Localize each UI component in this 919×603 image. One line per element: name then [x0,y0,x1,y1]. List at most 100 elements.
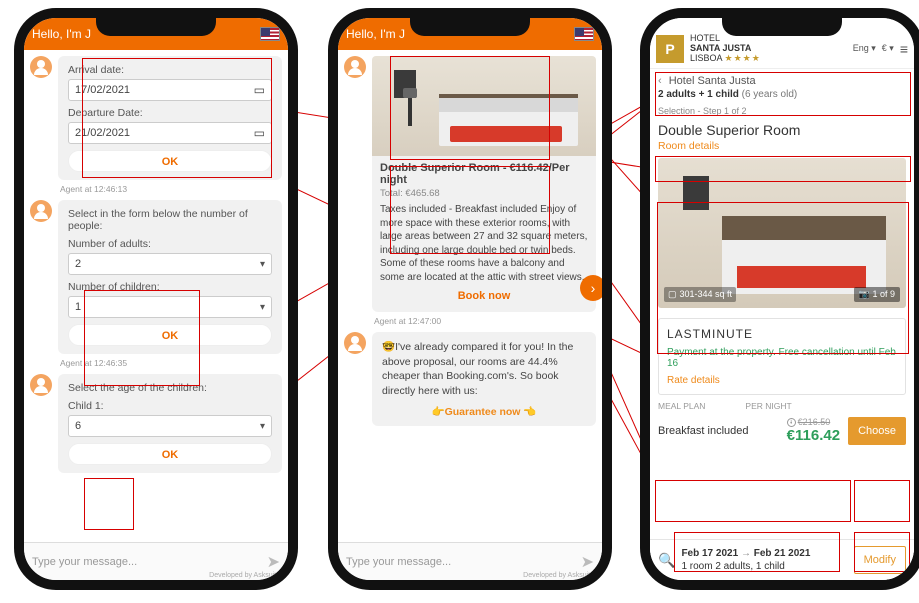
chat-body: Double Superior Room - €116.42/Per night… [338,50,602,542]
booking-footer: 🔍 Feb 17 2021 → Feb 21 2021 1 room 2 adu… [650,539,914,580]
chevron-down-icon: ▾ [260,302,265,313]
child1-value: 6 [75,420,81,432]
departure-date-value: 21/02/2021 [75,127,130,139]
column-headers: MEAL PLAN PER NIGHT [650,395,914,413]
guarantee-link[interactable]: 👉Guarantee now 👈 [432,406,537,418]
chat-input-placeholder: Type your message... [346,556,575,568]
message-row: 🤓I've already compared it for you! In th… [344,332,596,426]
room-name: Double Superior Room [650,120,914,140]
adults-select[interactable]: 2 ▾ [68,253,272,275]
meal-row: Breakfast included i€216.50 €116.42 Choo… [650,413,914,451]
rate-title: LASTMINUTE [667,327,897,341]
room-desc: Taxes included - Breakfast included Enjo… [380,203,588,284]
message-row: Arrival date: 17/02/2021 ▭ Departure Dat… [30,56,282,180]
phone-chat-2: Hello, I'm J Double Superior Room - €116… [328,8,612,590]
greeting-text: Hello, I'm J [346,27,405,41]
adults-label: Number of adults: [68,238,272,250]
ok-button[interactable]: OK [68,324,272,346]
calendar-icon: ▭ [254,126,265,140]
new-price: €116.42 [787,427,840,444]
departure-date-field[interactable]: 21/02/2021 ▭ [68,122,272,144]
price-block: i€216.50 €116.42 [787,417,840,444]
bot-avatar-icon [344,332,366,354]
rate-details-link[interactable]: Rate details [667,375,897,386]
send-icon[interactable]: ➤ [267,552,280,572]
camera-icon: 📷 [859,289,870,299]
bot-avatar-icon [30,374,52,396]
bot-avatar-icon [30,200,52,222]
child1-select[interactable]: 6 ▾ [68,415,272,437]
modify-button[interactable]: Modify [854,546,906,574]
book-now-button[interactable]: Book now [372,284,596,308]
send-icon[interactable]: ➤ [581,552,594,572]
arrow-right-icon: → [741,548,751,559]
hotel-logo-icon: P [656,35,684,63]
lang-select[interactable]: Eng ▾ [853,43,876,54]
departure-label: Departure Date: [68,107,272,119]
chat-input-placeholder: Type your message... [32,556,261,568]
message-row: Select in the form below the number of p… [30,200,282,354]
chevron-down-icon: ▾ [260,259,265,270]
child1-label: Child 1: [68,400,272,412]
people-card: Select in the form below the number of p… [58,200,282,354]
old-price: i€216.50 [787,417,840,427]
calendar-icon: ▭ [254,83,265,97]
timestamp: Agent at 12:46:35 [60,358,282,368]
chat-body: Arrival date: 17/02/2021 ▭ Departure Dat… [24,50,288,542]
info-icon[interactable]: i [787,418,796,427]
arrival-label: Arrival date: [68,64,272,76]
bot-avatar-icon [30,56,52,78]
area-tag: ▢301-344 sq ft [664,287,736,302]
room-title: Double Superior Room - €116.42/Per night [380,162,588,186]
room-total: Total: €465.68 [380,188,588,199]
room-details-link[interactable]: Room details [650,140,914,158]
guests-summary: 2 adults + 1 child (6 years old) [658,89,906,100]
ok-button[interactable]: OK [68,443,272,465]
ok-button[interactable]: OK [68,150,272,172]
next-fab-button[interactable]: › [580,275,602,301]
screen: Hello, I'm J Double Superior Room - €116… [338,18,602,580]
child-age-card: Select the age of the children: Child 1:… [58,374,282,473]
child-age-prompt: Select the age of the children: [68,382,272,394]
currency-select[interactable]: € ▾ [882,43,894,54]
bot-avatar-icon [344,56,366,78]
people-prompt: Select in the form below the number of p… [68,208,272,232]
phone-notch [96,18,216,36]
back-icon[interactable]: ‹ [658,75,662,87]
developed-by: Developed by Asksuite [209,572,280,579]
developed-by: Developed by Asksuite [523,572,594,579]
floorplan-icon: ▢ [668,289,677,300]
col-per-night: PER NIGHT [745,401,791,411]
room-gallery[interactable]: ▢301-344 sq ft 📷 1 of 9 [658,158,906,308]
flag-icon[interactable] [574,27,594,41]
arrival-date-field[interactable]: 17/02/2021 ▭ [68,79,272,101]
choose-button[interactable]: Choose [848,417,906,445]
children-label: Number of children: [68,281,272,293]
stage: Hello, I'm J Arrival date: 17/02/2021 ▭ [0,0,919,603]
cancel-policy: Payment at the property. Free cancellati… [667,347,897,369]
menu-icon[interactable]: ≡ [900,41,908,57]
adults-value: 2 [75,258,81,270]
dates-card: Arrival date: 17/02/2021 ▭ Departure Dat… [58,56,282,180]
comparison-card: 🤓I've already compared it for you! In th… [372,332,596,426]
timestamp: Agent at 12:47:00 [374,316,596,326]
screen: Hello, I'm J Arrival date: 17/02/2021 ▭ [24,18,288,580]
message-row: Select the age of the children: Child 1:… [30,374,282,473]
phone-notch [410,18,530,36]
flag-icon[interactable] [260,27,280,41]
children-select[interactable]: 1 ▾ [68,296,272,318]
hotel-name[interactable]: Hotel Santa Justa [669,75,756,87]
greeting-text: Hello, I'm J [32,27,91,41]
room-image[interactable] [372,56,596,156]
screen: P HOTEL SANTA JUSTA LISBOA ★★★★ Eng ▾ € … [650,18,914,580]
message-row: Double Superior Room - €116.42/Per night… [344,56,596,312]
meal-name: Breakfast included [658,425,779,437]
arrival-date-value: 17/02/2021 [75,84,130,96]
phone-notch [722,18,842,36]
room-offer-card: Double Superior Room - €116.42/Per night… [372,56,596,312]
photo-count: 📷 1 of 9 [854,287,900,302]
breadcrumb: ‹ Hotel Santa Justa 2 adults + 1 child (… [650,69,914,106]
search-icon[interactable]: 🔍 [658,552,675,569]
stars-icon: ★★★★ [725,53,761,63]
children-value: 1 [75,301,81,313]
